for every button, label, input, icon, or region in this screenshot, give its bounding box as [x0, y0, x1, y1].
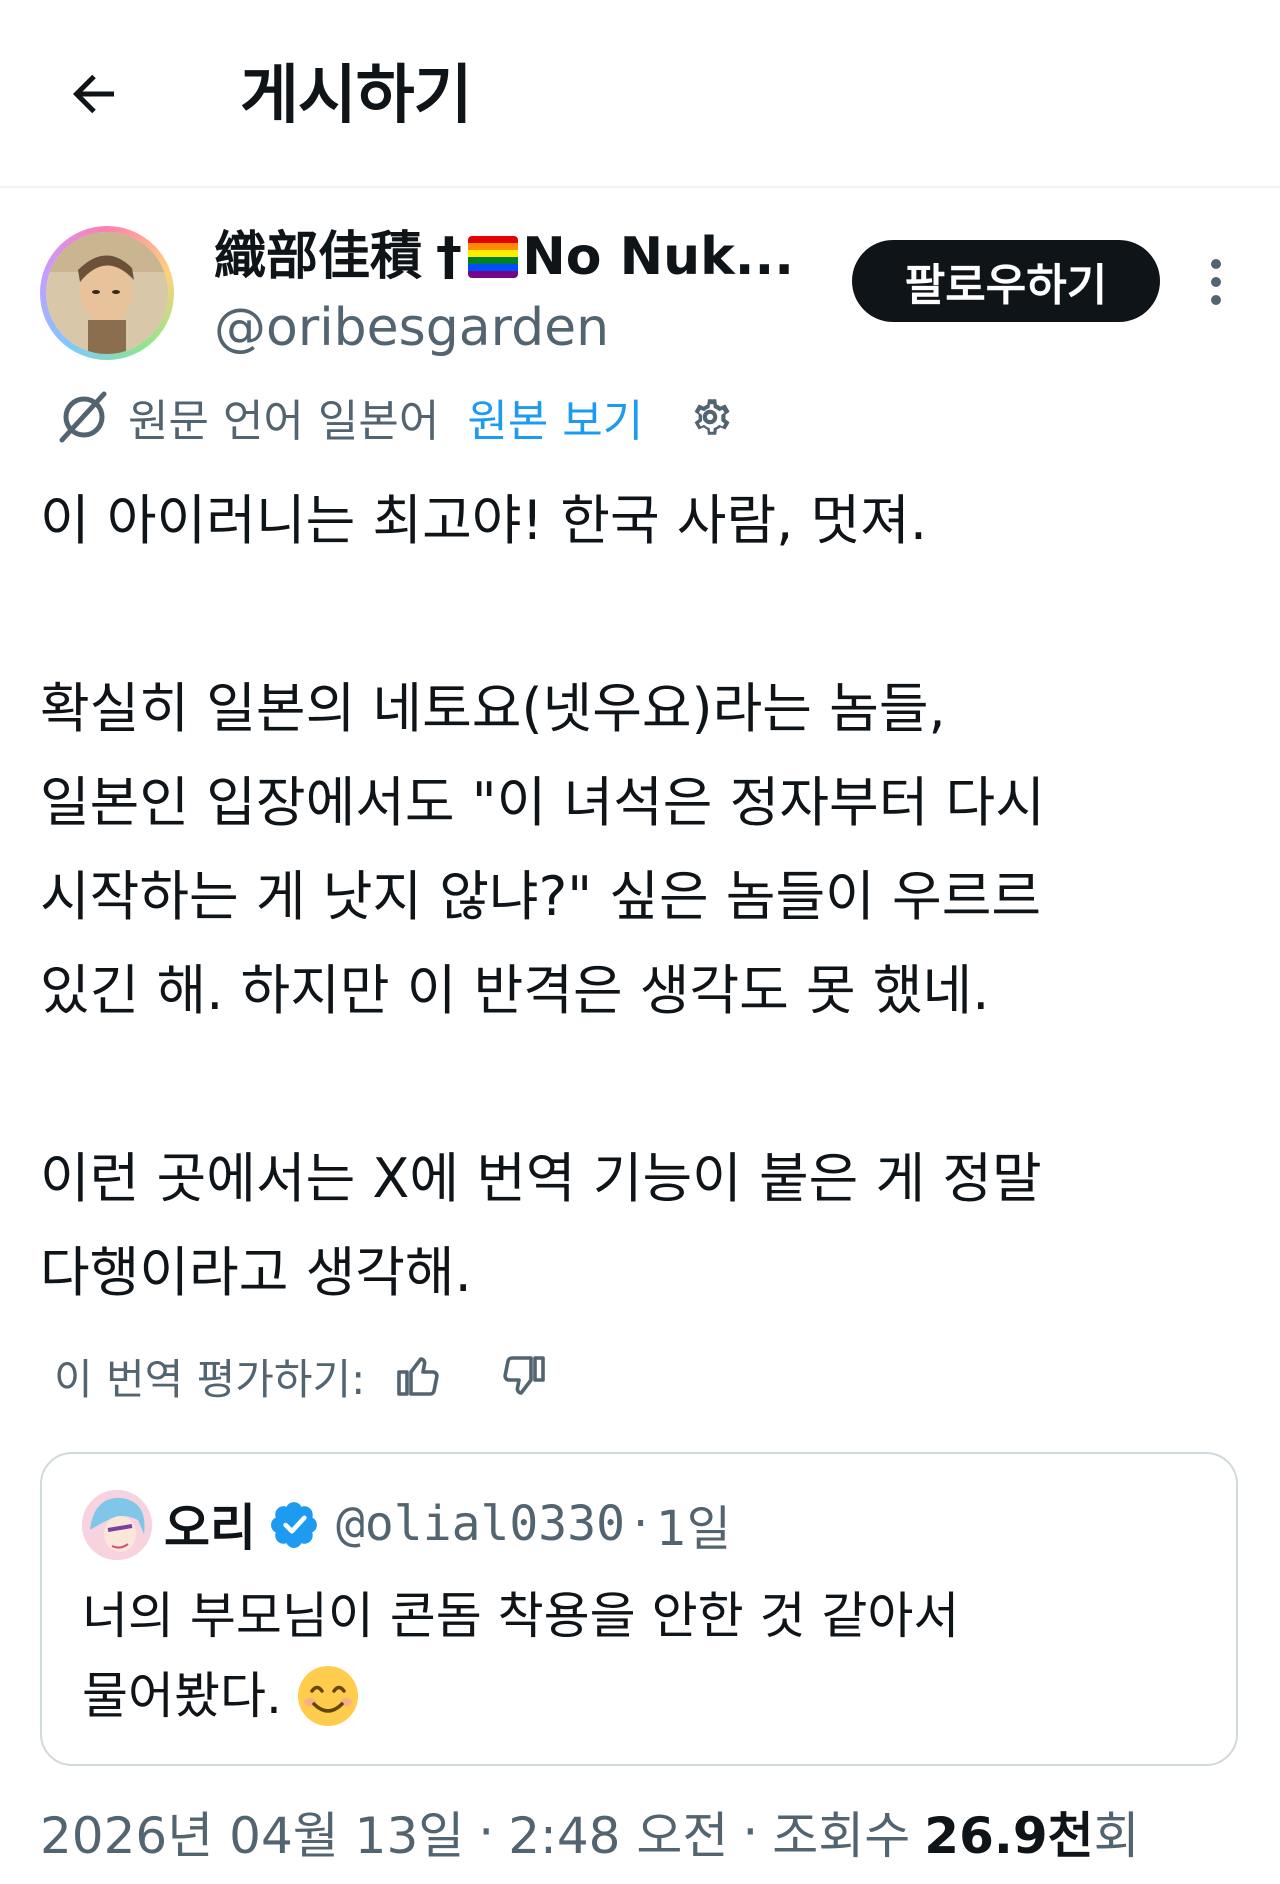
gear-icon[interactable] [685, 392, 735, 442]
author-username[interactable]: @oribesgarden [214, 296, 609, 360]
back-button[interactable] [58, 58, 130, 130]
quoted-post-card[interactable]: 오리 @olial0330 · 1일 너의 부모님이 콘돔 착용을 안한 것 같… [40, 1452, 1238, 1766]
arrow-left-icon [72, 74, 114, 114]
display-name-text: 織部佳積 [214, 227, 423, 287]
more-options-button[interactable] [1196, 250, 1236, 314]
follow-button[interactable]: 팔로우하기 [852, 240, 1160, 322]
author-display-name[interactable]: 織部佳積 † No Nuk... [214, 224, 794, 290]
meta-separator: · [742, 1803, 759, 1861]
quoted-author-name: 오리 [164, 1499, 256, 1557]
quoted-separator: · [632, 1496, 649, 1552]
views-label: 조회수 [772, 1807, 911, 1865]
quoted-author-avatar [82, 1490, 152, 1560]
quoted-timestamp: 1일 [656, 1501, 731, 1557]
verified-badge-icon [271, 1502, 317, 1548]
display-name-suffix: No Nuk... [522, 227, 794, 287]
post-line: 이런 곳에서는 X에 번역 기능이 붙은 게 정말 [40, 1147, 1042, 1210]
post-line: 다행이라고 생각해. [40, 1241, 472, 1304]
rate-translation-label: 이 번역 평가하기: [54, 1354, 366, 1404]
post-metadata: 2026년 04월 13일 · 2:48 오전 · 조회수 26.9천 회 [40, 1796, 1140, 1868]
translation-bar: 원문 언어 일본어 원본 보기 [54, 382, 735, 452]
post-date: 2026년 04월 13일 [40, 1807, 465, 1865]
post-line: 일본인 입장에서도 "이 녀석은 정자부터 다시 [40, 771, 1045, 834]
show-original-link[interactable]: 원본 보기 [467, 385, 643, 449]
smiling-face-emoji-icon [297, 1666, 358, 1726]
post-line: 이 아이러니는 최고야! 한국 사람, 멋져. [40, 489, 928, 552]
post-line: 시작하는 게 낫지 않냐?" 싶은 놈들이 우르르 [40, 865, 1042, 928]
rainbow-flag-icon [468, 236, 519, 278]
top-app-bar: 게시하기 [0, 0, 1280, 188]
post-text: 이 아이러니는 최고야! 한국 사람, 멋져. 확실히 일본의 네토요(넷우요)… [40, 474, 1240, 1320]
quoted-author-handle: @olial0330 [336, 1496, 625, 1552]
translation-language-label: 원문 언어 일본어 [128, 396, 440, 447]
page-title: 게시하기 [240, 59, 473, 133]
thumbs-up-icon [397, 1357, 439, 1396]
views-suffix: 회 [1093, 1807, 1140, 1865]
meta-separator: · [478, 1803, 495, 1861]
avatar-image [46, 232, 168, 354]
post-time: 2:48 오전 [508, 1807, 729, 1865]
author-avatar[interactable] [40, 226, 174, 360]
quoted-post-header: 오리 @olial0330 · 1일 [164, 1488, 731, 1560]
translate-icon [59, 391, 107, 443]
quoted-post-text: 너의 부모님이 콘돔 착용을 안한 것 같아서 물어봤다. [82, 1576, 1202, 1736]
thumbs-down-button[interactable] [495, 1348, 551, 1404]
quoted-line: 너의 부모님이 콘돔 착용을 안한 것 같아서 [82, 1587, 960, 1645]
quoted-line: 물어봤다. [82, 1656, 1202, 1736]
post-line: 있긴 해. 하지만 이 반격은 생각도 못 했네. [40, 959, 990, 1022]
views-count[interactable]: 26.9천 [924, 1796, 1093, 1868]
thumbs-down-icon [503, 1356, 546, 1395]
display-name-dagger: † [436, 227, 463, 287]
more-vertical-icon [1211, 259, 1221, 305]
thumbs-up-button[interactable] [391, 1348, 447, 1404]
rate-translation-row: 이 번역 평가하기: [54, 1344, 599, 1408]
post-line: 확실히 일본의 네토요(넷우요)라는 놈들, [40, 677, 946, 740]
